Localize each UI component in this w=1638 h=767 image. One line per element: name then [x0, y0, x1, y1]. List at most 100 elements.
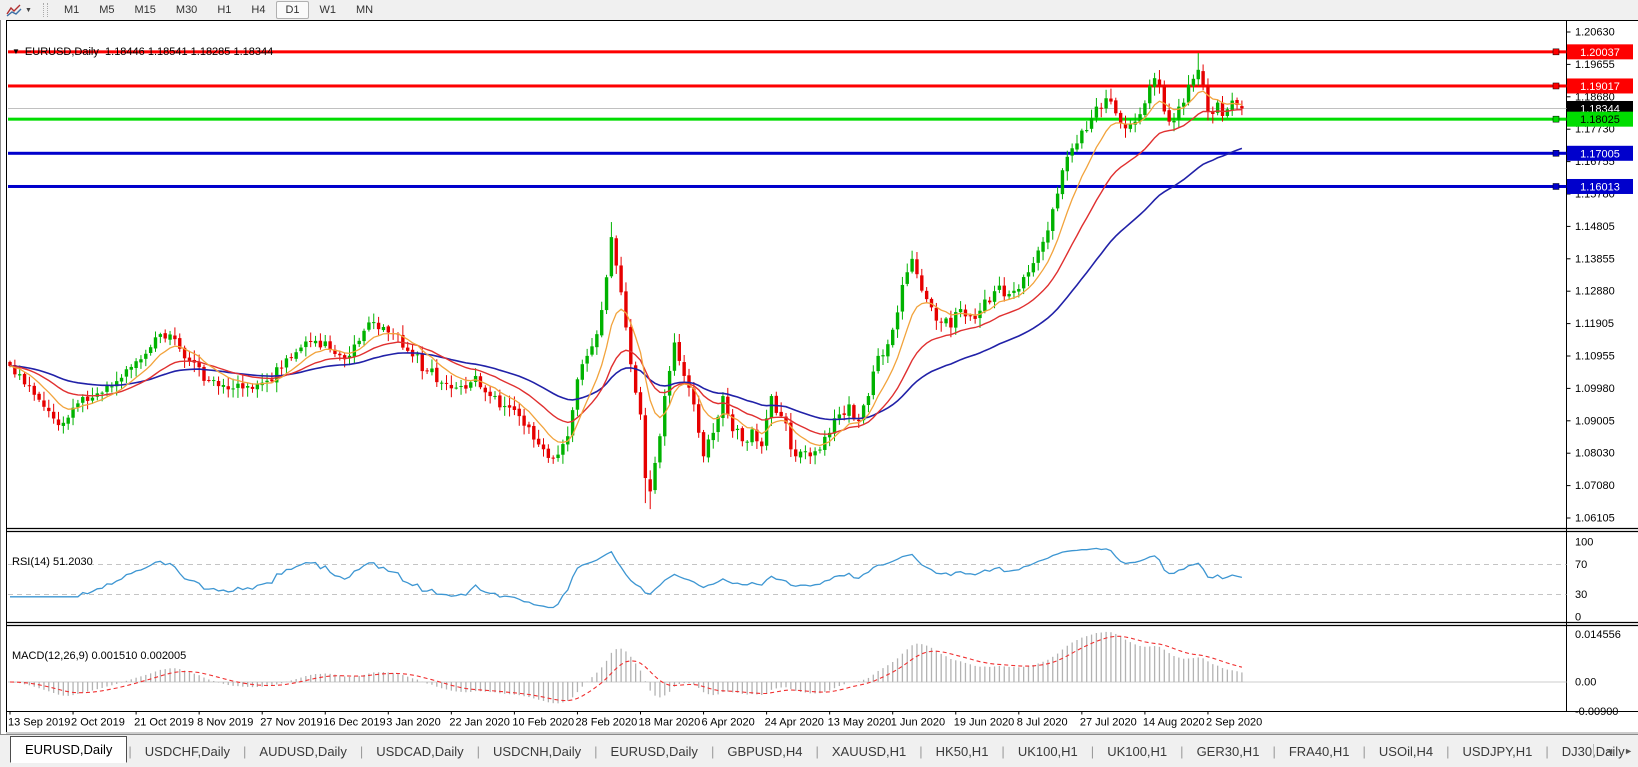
candle-body [285, 358, 288, 367]
candle-body [1070, 148, 1073, 155]
chart-tab-uk100-h1[interactable]: UK100,H1 [1095, 740, 1179, 763]
line-handle[interactable] [1553, 183, 1559, 189]
chart-tab-uk100-h1[interactable]: UK100,H1 [1006, 740, 1090, 763]
line-handle[interactable] [1553, 49, 1559, 55]
chart-title[interactable]: ▼EURUSD,Daily 1.18446 1.18541 1.18285 1.… [12, 46, 273, 58]
candle-body [1012, 291, 1015, 293]
candle-body [358, 341, 361, 344]
candle-body [644, 415, 647, 478]
price-tick-label: 1.20630 [1575, 27, 1615, 39]
candle-body [741, 428, 744, 441]
line-handle[interactable] [1553, 150, 1559, 156]
price-tick-label: 1.10955 [1575, 351, 1615, 363]
candle-body [1051, 209, 1054, 231]
chart-tab-usdcnh-daily[interactable]: USDCNH,Daily [481, 740, 593, 763]
candle-body [619, 265, 622, 292]
candle-body [615, 238, 618, 265]
tab-scroll-left-icon[interactable]: ◄ [1600, 744, 1619, 758]
timeframe-button-m1[interactable]: M1 [55, 1, 88, 19]
candle-body [231, 388, 234, 389]
candle-body [445, 383, 448, 384]
date-label: 8 Jul 2020 [1017, 717, 1068, 729]
candle-body [794, 449, 797, 456]
chart-tab-ger30-h1[interactable]: GER30,H1 [1185, 740, 1272, 763]
candle-body [629, 327, 632, 364]
candle-body [542, 444, 545, 449]
candle-body [294, 352, 297, 359]
date-label: 2 Oct 2019 [71, 717, 125, 729]
candle-body [52, 412, 55, 419]
chart-tab-usdchf-daily[interactable]: USDCHF,Daily [133, 740, 242, 763]
candle-body [527, 425, 530, 428]
candle-body [1240, 106, 1243, 108]
candle-body [110, 386, 113, 387]
candle-body [372, 322, 375, 323]
timeframe-button-m15[interactable]: M15 [126, 1, 165, 19]
candle-body [164, 333, 167, 338]
candle-body [993, 291, 996, 302]
candle-body [585, 356, 588, 364]
candle-body [595, 334, 598, 347]
candle-body [1061, 170, 1064, 194]
chart-tab-eurusd-daily[interactable]: EURUSD,Daily [10, 736, 127, 763]
timeframe-button-h1[interactable]: H1 [208, 1, 240, 19]
candle-body [1201, 71, 1204, 85]
candle-body [425, 370, 428, 371]
price-tick-label: 1.19655 [1575, 59, 1615, 71]
candle-body [590, 346, 593, 354]
chart-tab-usdcad-daily[interactable]: USDCAD,Daily [364, 740, 475, 763]
rsi-tick-label: 30 [1575, 589, 1587, 601]
timeframe-button-m30[interactable]: M30 [167, 1, 206, 19]
indicator-tool-button[interactable]: ▼ [3, 2, 35, 18]
candle-body [1231, 101, 1234, 111]
level-price-badge-label: 1.16013 [1580, 181, 1620, 193]
timeframe-button-d1[interactable]: D1 [276, 1, 308, 19]
horizontal-level-line[interactable] [8, 118, 1567, 121]
horizontal-level-line[interactable] [8, 84, 1567, 87]
candle-body [910, 259, 913, 272]
timeframe-button-mn[interactable]: MN [347, 1, 382, 19]
chart-tab-usoil-h4[interactable]: USOil,H4 [1367, 740, 1445, 763]
price-tick-label: 1.12880 [1575, 286, 1615, 298]
candle-body [901, 285, 904, 312]
candle-body [1080, 131, 1083, 144]
chart-tab-eurusd-daily[interactable]: EURUSD,Daily [599, 740, 710, 763]
candle-body [843, 413, 846, 415]
candle-body [421, 353, 424, 371]
chart-tab-audusd-daily[interactable]: AUDUSD,Daily [247, 740, 358, 763]
date-label: 18 Mar 2020 [639, 717, 701, 729]
chart-tab-hk50-h1[interactable]: HK50,H1 [924, 740, 1001, 763]
candle-body [925, 291, 928, 299]
chart-tab-fra40-h1[interactable]: FRA40,H1 [1277, 740, 1362, 763]
candle-body [1109, 99, 1112, 102]
timeframe-button-w1[interactable]: W1 [311, 1, 346, 19]
candle-body [940, 322, 943, 323]
timeframe-button-h4[interactable]: H4 [242, 1, 274, 19]
toolbar-grip[interactable] [43, 3, 48, 17]
candle-body [678, 342, 681, 361]
candle-body [624, 291, 627, 327]
line-handle[interactable] [1553, 116, 1559, 122]
candle-body [227, 386, 230, 389]
tab-scroll-right-icon[interactable]: ► [1619, 744, 1638, 758]
candle-body [251, 387, 254, 389]
horizontal-level-line[interactable] [8, 152, 1567, 155]
candle-body [91, 398, 94, 401]
candle-body [37, 394, 40, 400]
chevron-down-icon: ▼ [25, 7, 32, 14]
horizontal-level-line[interactable] [8, 185, 1567, 188]
timeframe-buttons: M1M5M15M30H1H4D1W1MN [54, 1, 383, 19]
candle-body [197, 362, 200, 367]
chart-tab-gbpusd-h4[interactable]: GBPUSD,H4 [715, 740, 814, 763]
timeframe-button-m5[interactable]: M5 [90, 1, 123, 19]
candle-body [959, 309, 962, 312]
candle-body [1027, 272, 1030, 276]
candle-body [653, 463, 656, 490]
chart-tab-usdjpy-h1[interactable]: USDJPY,H1 [1451, 740, 1545, 763]
price-chart-canvas[interactable]: 1.206301.196551.186801.177301.167551.157… [0, 20, 1638, 734]
candle-body [522, 416, 525, 426]
line-handle[interactable] [1553, 83, 1559, 89]
date-label: 1 Jun 2020 [891, 717, 945, 729]
chart-tab-xauusd-h1[interactable]: XAUUSD,H1 [820, 740, 918, 763]
candle-body [1017, 289, 1020, 292]
